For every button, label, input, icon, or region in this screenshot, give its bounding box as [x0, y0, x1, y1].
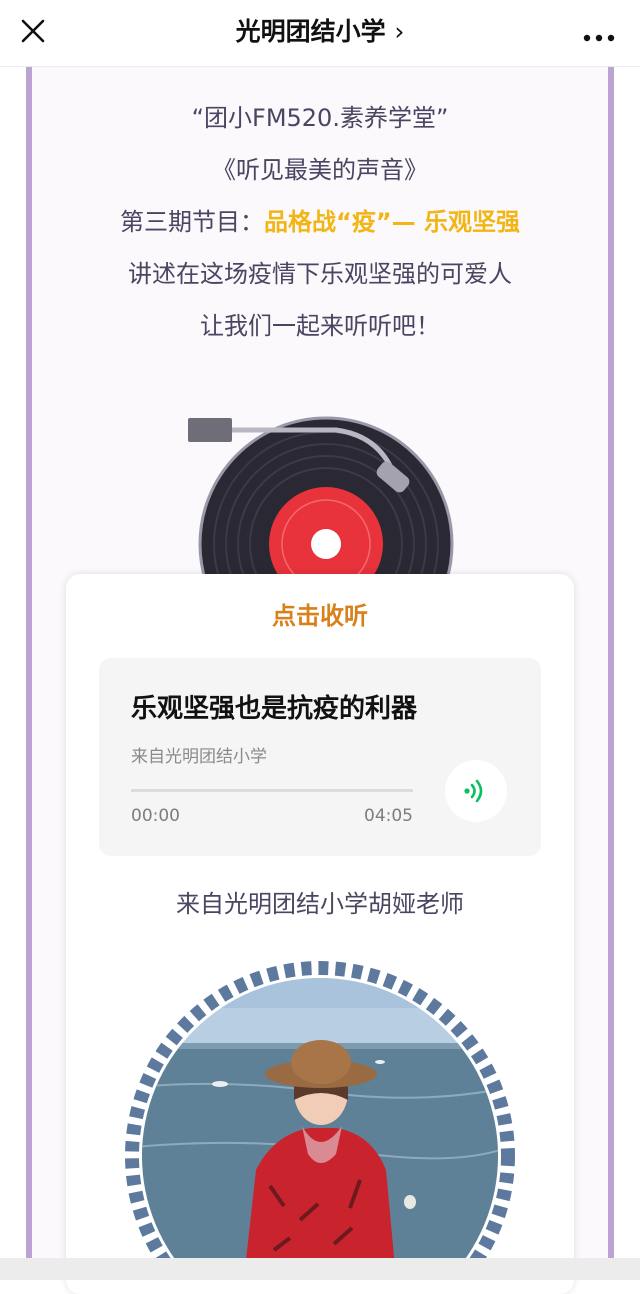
- episode-line: 第三期节目：品格战“疫”— 乐观坚强: [0, 202, 640, 237]
- program-name: 《听见最美的声音》: [212, 156, 428, 184]
- audio-wave-icon: [464, 779, 483, 803]
- account-title-link[interactable]: 光明团结小学 ›: [0, 0, 640, 66]
- audio-player[interactable]: 乐观坚强也是抗疫的利器 来自光明团结小学 00:00 04:05: [99, 658, 541, 856]
- episode-theme: 品格战“疫”— 乐观坚强: [264, 208, 520, 236]
- current-time: 00:00: [131, 806, 180, 826]
- teacher-caption: 来自光明团结小学胡娅老师: [176, 890, 464, 918]
- chevron-right-icon: ›: [394, 17, 405, 46]
- invitation-text: 让我们一起来听听吧！: [200, 312, 440, 340]
- audio-source: 来自光明团结小学: [131, 747, 267, 767]
- teacher-photo: [124, 958, 516, 1278]
- total-duration: 04:05: [364, 806, 413, 826]
- account-name: 光明团结小学: [235, 17, 386, 46]
- audio-card: 点击收听 乐观坚强也是抗疫的利器 来自光明团结小学 00:00 04:05 来自…: [66, 574, 574, 1294]
- vinyl-record-illustration: [186, 412, 456, 582]
- play-button[interactable]: [445, 760, 507, 822]
- episode-label: 第三期节目：: [120, 208, 265, 236]
- bottom-strip: [0, 1258, 640, 1280]
- progress-bar[interactable]: [131, 789, 413, 792]
- more-button[interactable]: [582, 28, 616, 42]
- audio-title: 乐观坚强也是抗疫的利器: [131, 694, 418, 724]
- more-icon: [583, 34, 615, 42]
- top-nav-bar: 光明团结小学 ›: [0, 0, 640, 67]
- episode-description: 讲述在这场疫情下乐观坚强的可爱人: [128, 260, 512, 288]
- program-series-title: “团小FM520.素养学堂”: [191, 104, 449, 132]
- listen-heading: 点击收听: [272, 602, 368, 630]
